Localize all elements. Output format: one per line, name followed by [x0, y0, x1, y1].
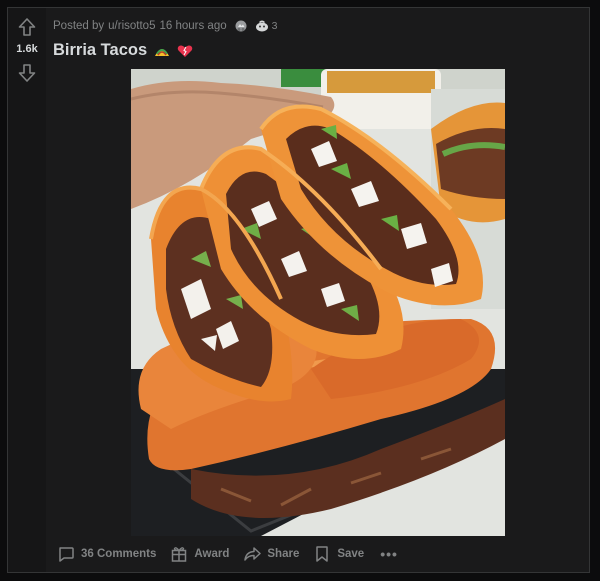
save-button[interactable]: Save [309, 541, 370, 567]
silver-award-icon[interactable] [234, 19, 248, 33]
taco-emoji-icon [154, 44, 170, 58]
author-link[interactable]: u/risotto5 [108, 20, 155, 32]
vote-column: 1.6k [8, 8, 46, 572]
meta-prefix: Posted by [53, 20, 105, 32]
action-bar: 36 Comments Award Share Save ••• [53, 541, 404, 567]
bookmark-icon [316, 546, 329, 562]
helpful-award-icon[interactable] [255, 19, 269, 33]
share-icon [244, 547, 262, 561]
share-label: Share [267, 548, 300, 560]
post-title[interactable]: Birria Tacos [53, 41, 147, 60]
post-image[interactable] [131, 69, 505, 536]
award-count: 3 [271, 20, 278, 32]
heart-emoji-icon [177, 44, 193, 58]
comments-button[interactable]: 36 Comments [53, 541, 162, 567]
gift-icon [172, 547, 187, 562]
award-button[interactable]: Award [166, 541, 235, 567]
more-dots-icon: ••• [380, 546, 398, 562]
comment-icon [59, 547, 74, 562]
save-label: Save [337, 548, 365, 560]
post-card[interactable]: 1.6k Posted by u/risotto5 16 hours ago 3… [7, 7, 590, 573]
post-time[interactable]: 16 hours ago [159, 20, 226, 32]
comments-label: 36 Comments [81, 548, 157, 560]
upvote-icon[interactable] [17, 17, 37, 37]
award-label: Award [194, 548, 230, 560]
post-meta: Posted by u/risotto5 16 hours ago 3 [53, 18, 277, 34]
vote-score: 1.6k [16, 43, 38, 55]
share-button[interactable]: Share [239, 541, 305, 567]
post-title-row[interactable]: Birria Tacos [53, 41, 193, 60]
downvote-icon[interactable] [17, 63, 37, 83]
more-options-button[interactable]: ••• [374, 541, 404, 567]
birria-tacos-photo [131, 69, 505, 536]
